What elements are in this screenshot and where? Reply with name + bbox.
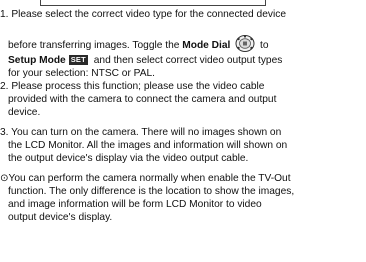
step3-text-1: 3. You can turn on the camera. There wil…	[0, 127, 282, 138]
step2-text-3: device.	[8, 107, 41, 118]
step1-text-2b: to	[257, 40, 269, 51]
step2-line2: provided with the camera to connect the …	[8, 93, 366, 106]
note-line2: function. The only difference is the loc…	[8, 185, 366, 198]
mode-dial-label: Mode Dial	[182, 40, 231, 51]
setup-mode-badge: SET	[68, 55, 88, 65]
top-frame-border	[40, 0, 266, 6]
step3-line3: the output device's display via the vide…	[8, 152, 366, 165]
step1-line3: Setup Mode SET and then select correct vi…	[8, 54, 366, 67]
step3-line2: the LCD Monitor. All the images and info…	[8, 139, 366, 152]
step2-line1: 2. Please process this function; please …	[0, 80, 366, 93]
step1-text-3b: and then select correct video output typ…	[90, 55, 283, 66]
note-line3: and image information will be form LCD M…	[8, 198, 366, 211]
note-line1: ⊙You can perform the camera normally whe…	[0, 172, 366, 185]
step2-text-1: 2. Please process this function; please …	[0, 81, 265, 92]
note-text-1: ⊙You can perform the camera normally whe…	[0, 173, 291, 184]
step1-text-2a: before transferring images. Toggle the	[8, 40, 183, 51]
step3-line1: 3. You can turn on the camera. There wil…	[0, 126, 366, 139]
note-text-3: and image information will be form LCD M…	[8, 199, 262, 210]
step1-text-1: 1. Please select the correct video type …	[0, 9, 286, 20]
note-text-4: output device's display.	[8, 212, 113, 223]
step2-line3: device.	[8, 106, 366, 119]
step3-text-3: the output device's display via the vide…	[8, 153, 249, 164]
step1-line4: for your selection: NTSC or PAL.	[8, 67, 366, 80]
note-line4: output device's display.	[8, 211, 366, 224]
step2-text-2: provided with the camera to connect the …	[8, 94, 277, 105]
mode-dial-icon	[234, 34, 256, 53]
step3-text-2: the LCD Monitor. All the images and info…	[8, 140, 288, 151]
manual-page: 1. Please select the correct video type …	[0, 0, 366, 262]
setup-mode-label: Setup Mode	[8, 55, 66, 66]
step1-line2: before transferring images. Toggle the M…	[8, 34, 366, 53]
step1-text-4: for your selection: NTSC or PAL.	[8, 68, 156, 79]
note-text-2: function. The only difference is the loc…	[8, 186, 295, 197]
step1-line1: 1. Please select the correct video type …	[0, 8, 366, 21]
